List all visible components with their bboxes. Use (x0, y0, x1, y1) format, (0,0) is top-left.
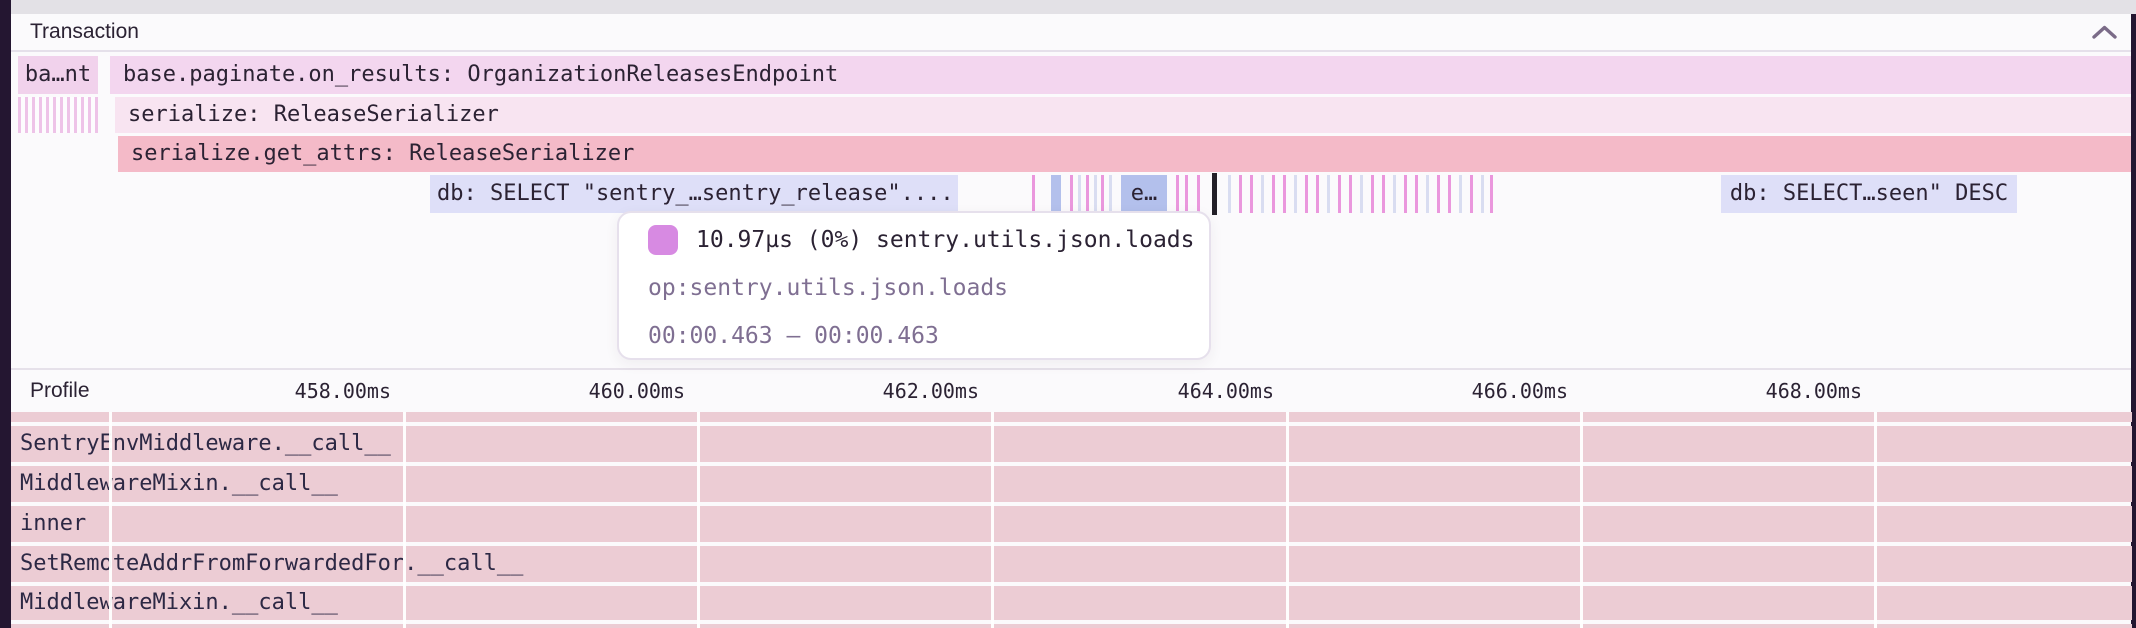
db-span-bar[interactable]: db: SELECT "sentry_…sentry_release".... (430, 175, 958, 213)
trace-profiler-view: Transaction ba…nt base.paginate.on_result… (0, 0, 2136, 628)
flame-frame-row[interactable]: SetRemoteAddrFromForwardedFor.__call__ (11, 546, 2132, 582)
flame-frame-row[interactable]: SentryEnvMiddleware.__call__ (11, 426, 2132, 462)
time-axis-label: 466.00ms (1472, 368, 1568, 412)
playhead-cursor (1212, 173, 1217, 215)
micro-span-mark[interactable] (1109, 175, 1112, 213)
span-color-swatch (648, 225, 678, 255)
transaction-section-header[interactable]: Transaction (11, 14, 2132, 52)
gridline (697, 412, 700, 628)
gridline (1580, 412, 1583, 628)
tooltip-duration-and-name: 10.97µs (0%) sentry.utils.json.loads (696, 225, 1195, 255)
micro-span-mark[interactable] (1078, 175, 1081, 213)
time-axis-label: 458.00ms (295, 368, 391, 412)
span-tooltip: 10.97µs (0%) sentry.utils.json.loads op:… (617, 211, 1211, 360)
micro-span-mark[interactable] (1470, 175, 1473, 213)
db-span-bar[interactable]: e… (1121, 175, 1167, 213)
time-axis-label: 460.00ms (589, 368, 685, 412)
micro-span-mark[interactable] (1086, 175, 1089, 213)
micro-span-mark[interactable] (1250, 175, 1253, 213)
span-bar[interactable]: serialize.get_attrs: ReleaseSerializer (118, 136, 2132, 172)
flame-frame-row[interactable]: MiddlewareMixin.__call__ (11, 466, 2132, 502)
tooltip-op: op:sentry.utils.json.loads (648, 273, 1008, 303)
span-count-chip[interactable]: ba…nt (18, 56, 98, 94)
span-autogroup-chip[interactable] (18, 97, 98, 133)
micro-span-mark[interactable] (1349, 175, 1352, 213)
window-top-strip (11, 0, 2136, 14)
micro-span-mark[interactable] (1032, 175, 1035, 213)
micro-span-mark[interactable] (1327, 175, 1330, 213)
micro-span-mark[interactable] (1490, 175, 1493, 213)
micro-span-mark[interactable] (1371, 175, 1374, 213)
micro-span-mark[interactable] (1481, 175, 1484, 213)
micro-span-mark[interactable] (1070, 175, 1073, 213)
gridline (109, 412, 112, 628)
micro-span-mark[interactable] (1404, 175, 1407, 213)
micro-span-mark[interactable] (1459, 175, 1462, 213)
micro-span-mark[interactable] (1448, 175, 1451, 213)
time-axis-label: 468.00ms (1766, 368, 1862, 412)
micro-span-mark[interactable] (1305, 175, 1308, 213)
micro-span-mark[interactable] (1197, 175, 1200, 213)
micro-span-mark[interactable] (1176, 175, 1179, 213)
flame-frame-row[interactable] (11, 412, 2132, 422)
micro-span-mark[interactable] (1437, 175, 1440, 213)
chevron-up-icon[interactable] (2091, 24, 2118, 40)
micro-span-mark[interactable] (1415, 175, 1418, 213)
span-bar[interactable]: base.paginate.on_results: OrganizationRe… (110, 56, 2132, 94)
micro-span-mark[interactable] (1094, 175, 1097, 213)
time-axis-label: 464.00ms (1178, 368, 1274, 412)
micro-span-mark[interactable] (1101, 175, 1104, 213)
micro-span-mark[interactable] (1051, 175, 1061, 213)
flame-frame-row[interactable]: MiddlewareMixin.__call__ (11, 586, 2132, 620)
micro-span-mark[interactable] (1228, 175, 1231, 213)
tooltip-time-range: 00:00.463 — 00:00.463 (648, 321, 939, 351)
span-bar[interactable]: serialize: ReleaseSerializer (115, 97, 2132, 133)
micro-span-mark[interactable] (1239, 175, 1242, 213)
flame-frame-row[interactable] (11, 624, 2132, 628)
micro-span-mark[interactable] (1426, 175, 1429, 213)
transaction-title: Transaction (30, 20, 139, 44)
micro-span-mark[interactable] (1393, 175, 1396, 213)
micro-span-mark[interactable] (1283, 175, 1286, 213)
gridline (403, 412, 406, 628)
profile-title: Profile (30, 368, 90, 412)
micro-span-mark[interactable] (1185, 175, 1188, 213)
flame-frame-row[interactable]: inner (11, 506, 2132, 542)
micro-span-mark[interactable] (1316, 175, 1319, 213)
micro-span-mark[interactable] (1360, 175, 1363, 213)
micro-span-mark[interactable] (1272, 175, 1275, 213)
gridline (1874, 412, 1877, 628)
left-window-edge (0, 0, 11, 628)
gridline (991, 412, 994, 628)
db-span-bar[interactable]: db: SELECT…seen" DESC (1721, 175, 2017, 213)
micro-span-mark[interactable] (1294, 175, 1297, 213)
gridline (1286, 412, 1289, 628)
micro-span-mark[interactable] (1382, 175, 1385, 213)
time-axis-label: 462.00ms (883, 368, 979, 412)
micro-span-mark[interactable] (1261, 175, 1264, 213)
micro-span-mark[interactable] (1338, 175, 1341, 213)
